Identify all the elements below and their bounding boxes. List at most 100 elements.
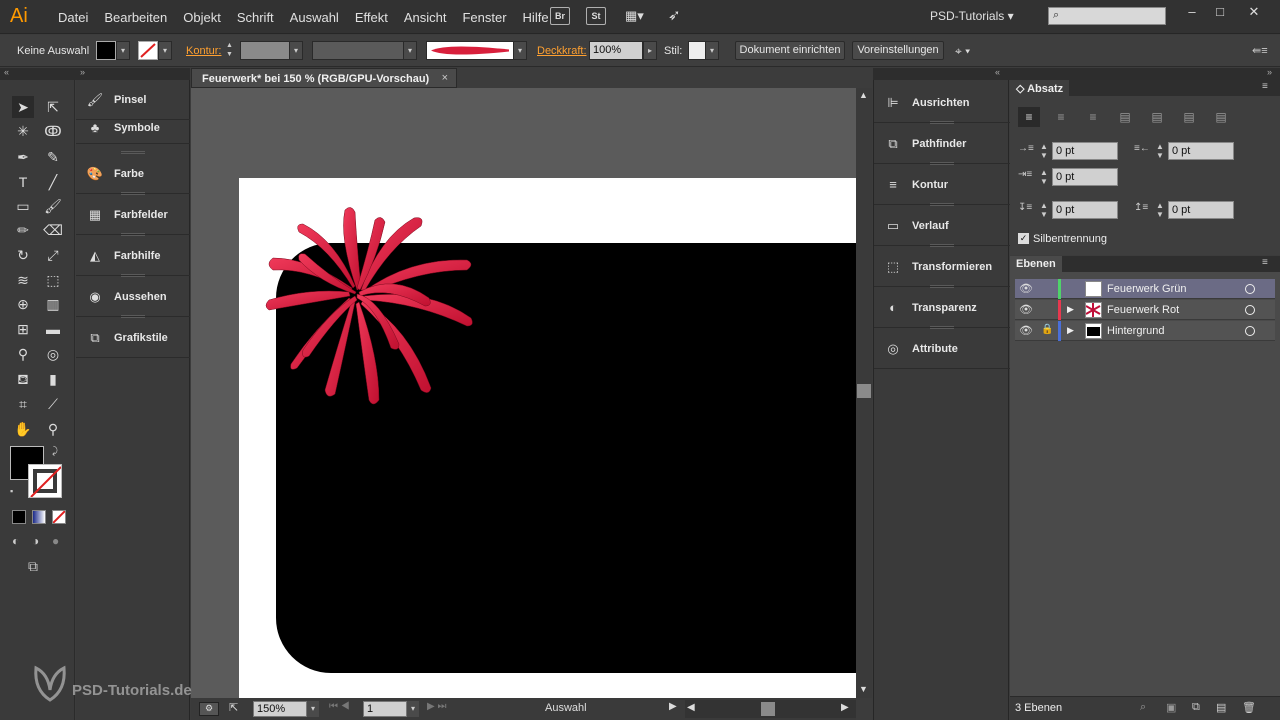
collapse-right-icon[interactable]: »: [1267, 67, 1272, 77]
menu-ansicht[interactable]: Ansicht: [396, 10, 455, 25]
space-before-value[interactable]: 0 pt: [1052, 201, 1118, 219]
paintbrush-icon[interactable]: 🖌: [42, 195, 64, 217]
scale-tool-icon[interactable]: ⤢: [42, 244, 64, 266]
close-window-button[interactable]: ✕: [1244, 4, 1264, 20]
zoom-field[interactable]: 150%: [253, 701, 307, 717]
none-mode-icon[interactable]: [52, 510, 66, 524]
scroll-right-icon[interactable]: ▶: [841, 702, 849, 713]
magic-wand-icon[interactable]: ✳: [12, 120, 34, 142]
screen-mode-icon[interactable]: ⧉: [28, 558, 38, 575]
justify-all-icon[interactable]: ▤: [1210, 107, 1232, 127]
width-tool-icon[interactable]: ≋: [12, 269, 34, 291]
isolate-selection-icon[interactable]: ⌖ ▾: [955, 44, 970, 59]
artboard[interactable]: [239, 178, 856, 698]
free-transform-icon[interactable]: ⬚: [42, 269, 64, 291]
maximize-button[interactable]: □: [1210, 4, 1230, 20]
draw-behind-icon[interactable]: ◑: [32, 534, 39, 548]
last-artboard-icon[interactable]: ▶ ⏭: [427, 701, 446, 712]
justify-left-icon[interactable]: ▤: [1114, 107, 1136, 127]
visibility-eye-icon[interactable]: 👁: [1019, 282, 1033, 296]
panel-farbe[interactable]: 🎨 Farbe: [76, 154, 190, 194]
stroke-weight-field[interactable]: [240, 41, 290, 60]
curvature-tool-icon[interactable]: ✎: [42, 146, 64, 168]
layer-name[interactable]: Feuerwerk Rot: [1107, 304, 1179, 316]
eyedropper-icon[interactable]: ⚲: [12, 343, 34, 365]
menu-auswahl[interactable]: Auswahl: [282, 10, 347, 25]
default-colors-icon[interactable]: ▪: [10, 486, 13, 496]
swap-colors-icon[interactable]: ⤸: [52, 446, 58, 457]
menu-fenster[interactable]: Fenster: [454, 10, 514, 25]
stroke-swatch[interactable]: [138, 41, 158, 60]
layer-row[interactable]: 👁 ▶ Feuerwerk Rot: [1015, 300, 1275, 320]
gradient-tool-icon[interactable]: ▬: [42, 318, 64, 340]
panel-menu-icon[interactable]: ≡: [1262, 81, 1268, 92]
shape-builder-icon[interactable]: ⊕: [12, 293, 34, 315]
collapse-left-icon[interactable]: «: [4, 67, 9, 77]
opacity-field[interactable]: 100%: [589, 41, 643, 60]
delete-layer-icon[interactable]: 🗑: [1242, 701, 1256, 714]
search-input[interactable]: ⌕: [1048, 7, 1166, 25]
spinner-arrows[interactable]: ▲ ▼: [1038, 168, 1050, 186]
panel-ausrichten[interactable]: ⊫ Ausrichten: [874, 82, 1010, 123]
export-icon[interactable]: ⇱: [229, 701, 238, 714]
scroll-up-icon[interactable]: ▲: [859, 90, 868, 100]
rotate-tool-icon[interactable]: ↻: [12, 244, 34, 266]
h-scroll-thumb[interactable]: [761, 702, 775, 716]
first-artboard-icon[interactable]: ⏮ ◀: [329, 701, 350, 712]
space-before-field[interactable]: ▲ ▼ 0 pt: [1038, 201, 1118, 219]
layer-row[interactable]: 👁 🔒 ▶ Hintergrund: [1015, 321, 1275, 341]
column-graph-icon[interactable]: ▮: [42, 368, 64, 390]
line-tool-icon[interactable]: ╱: [42, 171, 64, 193]
panel-farbhilfe[interactable]: ◭ Farbhilfe: [76, 236, 190, 276]
first-line-indent-field[interactable]: ▲ ▼ 0 pt: [1038, 168, 1118, 186]
stroke-weight-spinner[interactable]: ▲ ▼: [226, 41, 238, 60]
panel-pathfinder[interactable]: ⧉ Pathfinder: [874, 123, 1010, 164]
draw-inside-icon[interactable]: ●: [52, 534, 59, 548]
rectangle-tool-icon[interactable]: ▭: [12, 195, 34, 217]
scroll-thumb[interactable]: [857, 384, 871, 398]
zoom-dropdown[interactable]: ▾: [307, 701, 319, 717]
justify-right-icon[interactable]: ▤: [1178, 107, 1200, 127]
variable-width-profile[interactable]: [312, 41, 404, 60]
menu-schrift[interactable]: Schrift: [229, 10, 282, 25]
type-tool-icon[interactable]: T: [12, 171, 34, 193]
pen-tool-icon[interactable]: ✒: [12, 146, 34, 168]
new-layer-icon[interactable]: ▤: [1216, 701, 1226, 714]
visibility-eye-icon[interactable]: 👁: [1019, 324, 1033, 338]
panel-verlauf[interactable]: ▭ Verlauf: [874, 205, 1010, 246]
perspective-grid-icon[interactable]: ▥: [42, 293, 64, 315]
gradient-mode-icon[interactable]: [32, 510, 46, 524]
vertical-scrollbar[interactable]: ▲ ▼: [856, 88, 872, 698]
layer-row[interactable]: 👁 Feuerwerk Grün: [1015, 279, 1275, 299]
direct-selection-tool-icon[interactable]: ⇱: [42, 96, 64, 118]
expand-triangle-icon[interactable]: ▶: [1067, 304, 1074, 315]
spinner-arrows[interactable]: ▲ ▼: [1038, 142, 1050, 160]
color-mode-icon[interactable]: [12, 510, 26, 524]
brush-definition[interactable]: [426, 41, 514, 60]
right-indent-field[interactable]: ▲ ▼ 0 pt: [1154, 142, 1234, 160]
arrange-documents-icon[interactable]: ▦▾: [625, 8, 653, 24]
document-tab[interactable]: Feuerwerk* bei 150 % (RGB/GPU-Vorschau) …: [191, 68, 457, 88]
panel-attribute[interactable]: ◎ Attribute: [874, 328, 1010, 369]
locate-object-icon[interactable]: ⌕: [1140, 701, 1146, 714]
left-indent-field[interactable]: ▲ ▼ 0 pt: [1038, 142, 1118, 160]
symbol-sprayer-icon[interactable]: ⛾: [12, 368, 34, 390]
lock-icon[interactable]: 🔒: [1041, 324, 1053, 338]
stock-button[interactable]: St: [586, 7, 606, 25]
menu-bearbeiten[interactable]: Bearbeiten: [96, 10, 175, 25]
artboard-tool-icon[interactable]: ⌗: [12, 393, 34, 415]
lasso-icon[interactable]: ↂ: [42, 120, 64, 142]
ebenen-tab[interactable]: Ebenen: [1010, 256, 1062, 272]
opacity-dropdown[interactable]: ▸: [643, 41, 657, 60]
align-right-icon[interactable]: ≡: [1082, 107, 1104, 127]
justify-center-icon[interactable]: ▤: [1146, 107, 1168, 127]
variable-width-dropdown[interactable]: ▾: [403, 41, 417, 60]
firework-red-artwork[interactable]: [239, 178, 499, 418]
graphic-style-dropdown[interactable]: ▾: [705, 41, 719, 60]
absatz-tab[interactable]: ◇ Absatz: [1010, 80, 1070, 96]
hyphenation-checkbox[interactable]: ✓: [1018, 233, 1029, 244]
target-circle-icon[interactable]: [1245, 284, 1255, 294]
spinner-arrows[interactable]: ▲ ▼: [1038, 201, 1050, 219]
stroke-weight-dropdown[interactable]: ▾: [289, 41, 303, 60]
panel-aussehen[interactable]: ◉ Aussehen: [76, 277, 190, 317]
